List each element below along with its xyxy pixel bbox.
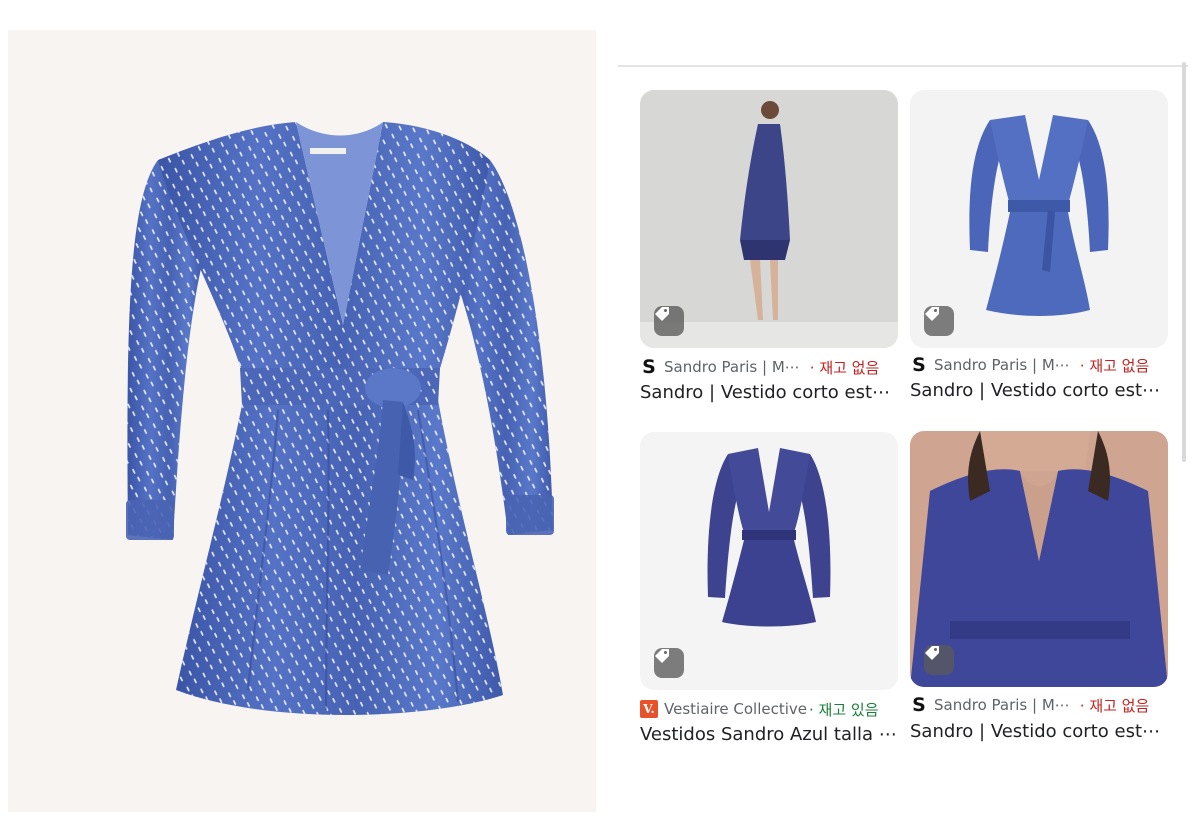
- result-title[interactable]: Sandro | Vestido corto est⋯: [910, 380, 1168, 401]
- source-name: Sandro Paris | M⋯: [934, 696, 1070, 714]
- result-card[interactable]: V. Vestiaire Collective · 재고 있음 Vestidos…: [640, 432, 898, 745]
- shopping-tag-icon[interactable]: [924, 306, 954, 336]
- divider: [618, 65, 1188, 67]
- results-panel: S Sandro Paris | M⋯ · 재고 없음 Sandro | Ves…: [618, 0, 1200, 820]
- result-title[interactable]: Sandro | Vestido corto est⋯: [910, 721, 1168, 742]
- source-row[interactable]: S Sandro Paris | M⋯ · 재고 없음: [910, 354, 1168, 376]
- stock-status: · 재고 없음: [1079, 356, 1150, 375]
- shopping-tag-icon[interactable]: [924, 645, 954, 675]
- blue-wrap-dress-image: [126, 122, 554, 715]
- result-title[interactable]: Vestidos Sandro Azul talla ⋯: [640, 724, 898, 745]
- result-card[interactable]: S Sandro Paris | M⋯ · 재고 없음 Sandro | Ves…: [640, 90, 898, 403]
- source-name: Sandro Paris | M⋯: [934, 356, 1070, 374]
- result-image[interactable]: [910, 90, 1168, 348]
- source-row[interactable]: S Sandro Paris | M⋯ · 재고 없음: [910, 694, 1168, 716]
- source-name: Vestiaire Collective: [664, 700, 807, 718]
- result-card[interactable]: S Sandro Paris | M⋯ · 재고 없음 Sandro | Ves…: [910, 90, 1168, 401]
- stock-status: · 재고 없음: [809, 358, 880, 377]
- result-title[interactable]: Sandro | Vestido corto est⋯: [640, 382, 898, 403]
- sandro-logo-icon: S: [912, 354, 926, 376]
- vestiaire-logo-icon: V.: [640, 700, 658, 718]
- sandro-logo-icon: S: [642, 356, 656, 378]
- product-photo: [8, 30, 596, 812]
- source-name: Sandro Paris | M⋯: [664, 358, 800, 376]
- result-card[interactable]: S Sandro Paris | M⋯ · 재고 없음 Sandro | Ves…: [910, 431, 1168, 742]
- result-image[interactable]: [640, 90, 898, 348]
- shopping-tag-icon[interactable]: [654, 648, 684, 678]
- shopping-tag-icon[interactable]: [654, 306, 684, 336]
- scrollbar[interactable]: [1182, 62, 1186, 462]
- result-image[interactable]: [640, 432, 898, 690]
- stock-status: · 재고 있음: [809, 700, 879, 719]
- result-image[interactable]: [910, 431, 1168, 687]
- source-row[interactable]: S Sandro Paris | M⋯ · 재고 없음: [640, 356, 898, 378]
- stock-status: · 재고 없음: [1079, 696, 1150, 715]
- source-row[interactable]: V. Vestiaire Collective · 재고 있음: [640, 698, 898, 720]
- sandro-logo-icon: S: [912, 694, 926, 716]
